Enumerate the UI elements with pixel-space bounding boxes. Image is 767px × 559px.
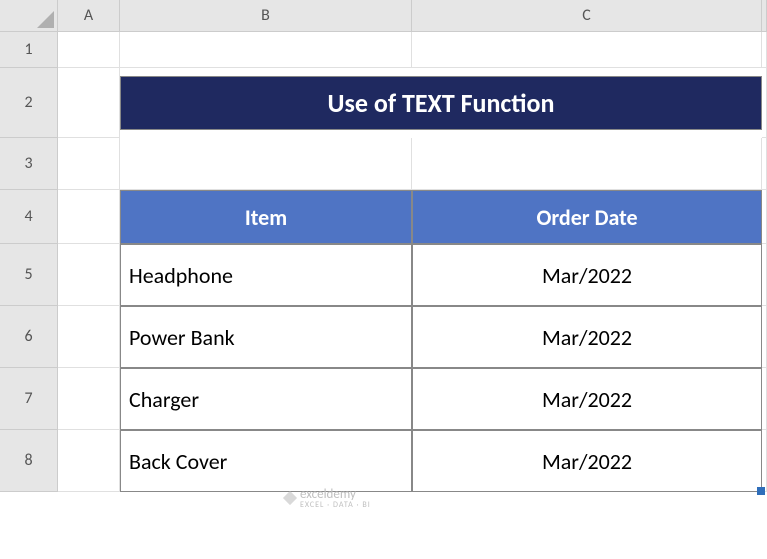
- col-header-a[interactable]: A: [58, 0, 120, 32]
- cell-order-date[interactable]: Mar/2022: [412, 430, 762, 492]
- row-header-3[interactable]: 3: [0, 138, 58, 190]
- page-title: Use of TEXT Function: [120, 76, 762, 130]
- row-header-2[interactable]: 2: [0, 68, 58, 138]
- table-header-order-date[interactable]: Order Date: [412, 190, 762, 244]
- cell-item[interactable]: Back Cover: [120, 430, 412, 492]
- cell-item[interactable]: Charger: [120, 368, 412, 430]
- col-header-edge: [762, 0, 767, 32]
- cell-order-date[interactable]: Mar/2022: [412, 244, 762, 306]
- row-header-8[interactable]: 8: [0, 430, 58, 492]
- row-header-7[interactable]: 7: [0, 368, 58, 430]
- cell-item[interactable]: Power Bank: [120, 306, 412, 368]
- title-row: Use of TEXT Function: [120, 68, 762, 138]
- table-header-item[interactable]: Item: [120, 190, 412, 244]
- row-header-4[interactable]: 4: [0, 190, 58, 244]
- col-header-c[interactable]: C: [412, 0, 762, 32]
- cell-order-date[interactable]: Mar/2022: [412, 368, 762, 430]
- row-header-1[interactable]: 1: [0, 32, 58, 68]
- row-header-5[interactable]: 5: [0, 244, 58, 306]
- cell-item[interactable]: Headphone: [120, 244, 412, 306]
- row-header-6[interactable]: 6: [0, 306, 58, 368]
- cell-value: Mar/2022: [542, 448, 632, 475]
- col-header-b[interactable]: B: [120, 0, 412, 32]
- spreadsheet-grid: A B C 1 2 3 4 5 6 7 8 Use of TEXT Functi…: [0, 0, 767, 559]
- select-all-corner[interactable]: [0, 0, 58, 32]
- fill-handle[interactable]: [757, 487, 765, 495]
- cell-order-date[interactable]: Mar/2022: [412, 306, 762, 368]
